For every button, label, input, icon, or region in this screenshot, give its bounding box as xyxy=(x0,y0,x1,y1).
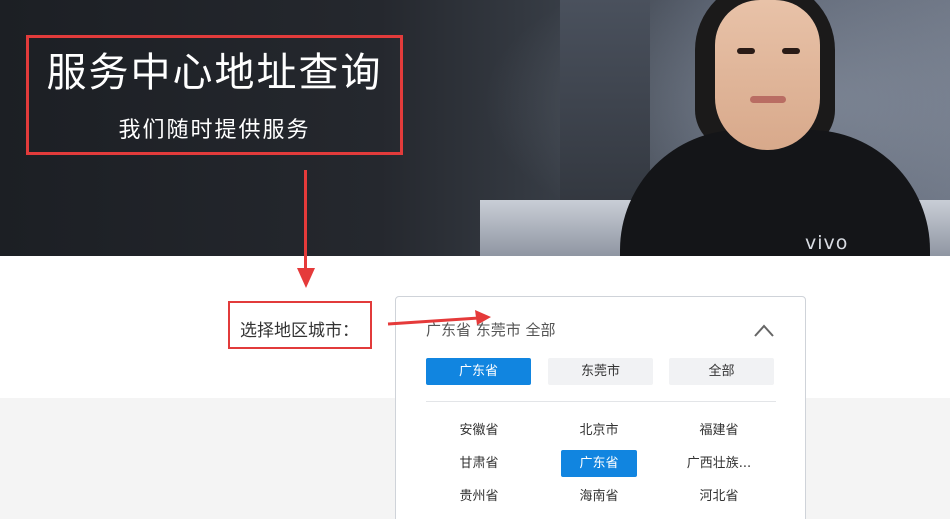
annotation-arrow xyxy=(387,310,491,326)
person-eye xyxy=(782,48,800,54)
person-eye xyxy=(737,48,755,54)
option-province[interactable]: 河北省 xyxy=(681,483,757,510)
brand-logo: vivo xyxy=(805,232,849,254)
page-title: 服务中心地址查询 xyxy=(46,50,383,96)
tab-province[interactable]: 广东省 xyxy=(426,358,531,385)
tab-city[interactable]: 东莞市 xyxy=(548,358,653,385)
option-province[interactable]: 贵州省 xyxy=(441,483,517,510)
hero-person-image: vivo xyxy=(610,0,940,256)
region-label-box: 选择地区城市： xyxy=(228,301,372,349)
option-province[interactable]: 广西壮族... xyxy=(681,450,757,477)
page-subtitle: 我们随时提供服务 xyxy=(118,118,311,143)
hero-banner: vivo 服务中心地址查询 我们随时提供服务 xyxy=(0,0,950,256)
region-label: 选择地区城市： xyxy=(240,321,359,341)
option-province[interactable]: 海南省 xyxy=(561,483,637,510)
option-province[interactable]: 甘肃省 xyxy=(441,450,517,477)
option-province-selected[interactable]: 广东省 xyxy=(561,450,637,477)
hero-title-box: 服务中心地址查询 我们随时提供服务 xyxy=(26,35,403,155)
option-province[interactable]: 安徽省 xyxy=(441,417,517,444)
chevron-up-icon[interactable] xyxy=(754,321,774,341)
person-mouth xyxy=(750,96,786,103)
person-face xyxy=(715,0,820,150)
option-province[interactable]: 福建省 xyxy=(681,417,757,444)
annotation-arrow-head xyxy=(297,268,315,288)
option-province[interactable]: 北京市 xyxy=(561,417,637,444)
tab-district[interactable]: 全部 xyxy=(669,358,774,385)
annotation-arrow-line xyxy=(304,170,307,270)
dropdown-divider xyxy=(426,401,776,402)
